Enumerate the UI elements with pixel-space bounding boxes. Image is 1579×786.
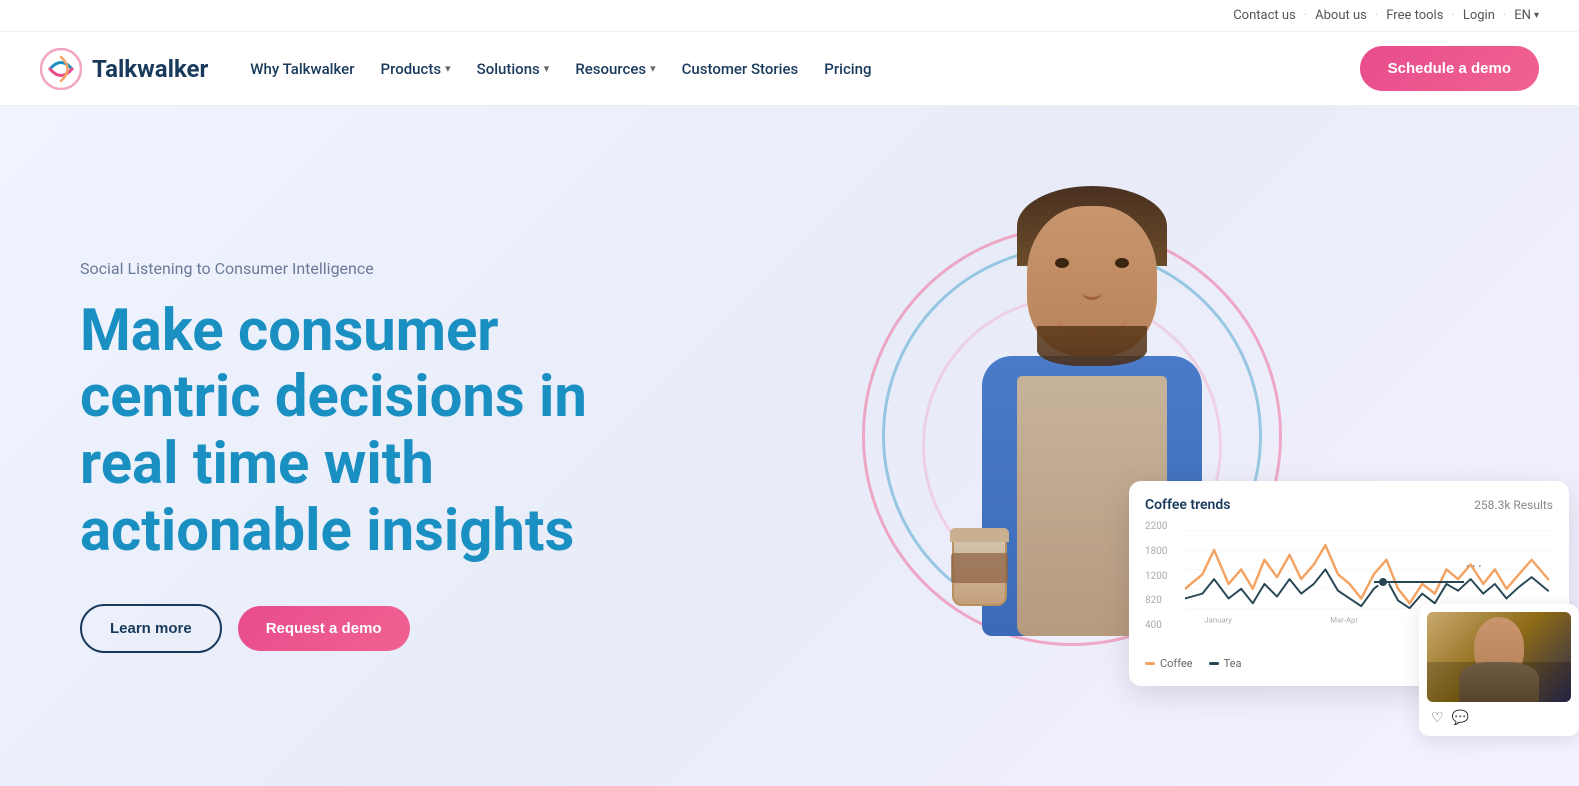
free-tools-link[interactable]: Free tools [1386,8,1443,23]
sep1: · [1304,8,1307,23]
hero-visual: Coffee trends 258.3k Results 2200 1800 1… [882,166,1539,746]
nav-item-solutions: Solutions ▾ [467,54,560,84]
person-nose [1082,284,1102,300]
y-label-3: 1200 [1145,571,1185,582]
lang-chevron-icon: ▾ [1534,10,1539,21]
legend-tea-dot [1209,662,1219,665]
y-label-1: 2200 [1145,521,1185,532]
social-card-image [1427,612,1571,702]
nav-link-pricing[interactable]: Pricing [814,54,881,84]
nav-item-resources: Resources ▾ [565,54,665,84]
sep3: · [1451,8,1454,23]
social-person-body [1459,662,1539,702]
cup-sleeve [951,553,1008,583]
resources-chevron-icon: ▾ [650,62,656,75]
legend-coffee-dot [1145,662,1155,665]
social-card-actions[interactable]: ♡ 💬 [1427,708,1571,728]
nav-link-products[interactable]: Products ▾ [371,54,461,84]
person-head-container [1027,206,1157,356]
logo-icon [40,48,82,90]
chart-dot-line [1374,581,1464,583]
hero-title-line2: centric decisions in [80,363,587,431]
hero-content: Social Listening to Consumer Intelligenc… [80,259,882,654]
person-left-eye [1055,258,1069,268]
hero-title-line1: Make consumer [80,297,499,365]
hero-title: Make consumer centric decisions in real … [80,298,882,565]
products-chevron-icon: ▾ [445,62,451,75]
person-beard [1037,326,1147,366]
hero-section: Social Listening to Consumer Intelligenc… [0,106,1579,786]
hero-buttons: Learn more Request a demo [80,604,882,653]
hero-title-line3: real time with [80,430,434,498]
login-link[interactable]: Login [1463,8,1495,23]
svg-text:January: January [1204,616,1232,625]
hero-subtitle: Social Listening to Consumer Intelligenc… [80,259,882,278]
nav-label-customer-stories: Customer Stories [682,60,799,78]
about-link[interactable]: About us [1315,8,1367,23]
schedule-demo-button[interactable]: Schedule a demo [1360,46,1539,91]
nav-label-why: Why Talkwalker [250,60,354,78]
social-person-head [1474,617,1524,677]
nav-right: Schedule a demo [1360,46,1539,91]
nav-item-why: Why Talkwalker [240,54,364,84]
person-face [1027,206,1157,356]
y-label-2: 1800 [1145,546,1185,557]
nav-link-why[interactable]: Why Talkwalker [240,54,364,84]
y-label-4: 820 [1145,595,1185,606]
dashboard-results: 258.3k Results [1474,498,1553,512]
request-demo-button[interactable]: Request a demo [238,606,410,651]
sep4: · [1503,8,1506,23]
nav-label-products: Products [381,60,442,78]
language-selector[interactable]: EN ▾ [1514,8,1539,23]
person-right-eye [1115,258,1129,268]
nav-label-solutions: Solutions [477,60,540,78]
heart-icon[interactable]: ♡ [1431,710,1444,726]
nav-item-customer-stories: Customer Stories [672,54,809,84]
svg-text:Mar-Apr: Mar-Apr [1330,616,1358,625]
nav-label-pricing: Pricing [824,60,871,78]
y-label-5: 400 [1145,620,1185,631]
cup-lid [950,528,1009,542]
nav-left: Talkwalker Why Talkwalker Products ▾ Sol… [40,48,881,90]
legend-tea-label: Tea [1224,657,1242,670]
nav-item-products: Products ▾ [371,54,461,84]
social-media-card: ♡ 💬 [1419,604,1579,736]
lang-label: EN [1514,8,1531,23]
dashboard-title: Coffee trends [1145,497,1230,513]
contact-link[interactable]: Contact us [1233,8,1296,23]
navbar: Talkwalker Why Talkwalker Products ▾ Sol… [0,32,1579,106]
nav-link-customer-stories[interactable]: Customer Stories [672,54,809,84]
nav-link-solutions[interactable]: Solutions ▾ [467,54,560,84]
learn-more-button[interactable]: Learn more [80,604,222,653]
legend-coffee: Coffee [1145,657,1193,670]
nav-links: Why Talkwalker Products ▾ Solutions ▾ Re… [240,54,881,84]
person-coffee-cup [952,536,1007,606]
logo[interactable]: Talkwalker [40,48,208,90]
sep2: · [1375,8,1378,23]
hero-title-line4: actionable insights [80,497,574,565]
nav-link-resources[interactable]: Resources ▾ [565,54,665,84]
solutions-chevron-icon: ▾ [544,62,550,75]
logo-text: Talkwalker [92,55,208,83]
legend-tea: Tea [1209,657,1242,670]
chart-y-labels: 2200 1800 1200 820 400 [1145,521,1185,631]
three-dots-menu[interactable]: ··· [1465,557,1484,576]
comment-icon[interactable]: 💬 [1452,710,1469,726]
legend-coffee-label: Coffee [1160,657,1193,670]
utility-bar: Contact us · About us · Free tools · Log… [0,0,1579,32]
dashboard-card-header: Coffee trends 258.3k Results [1145,497,1553,513]
nav-label-resources: Resources [575,60,646,78]
nav-item-pricing: Pricing [814,54,881,84]
